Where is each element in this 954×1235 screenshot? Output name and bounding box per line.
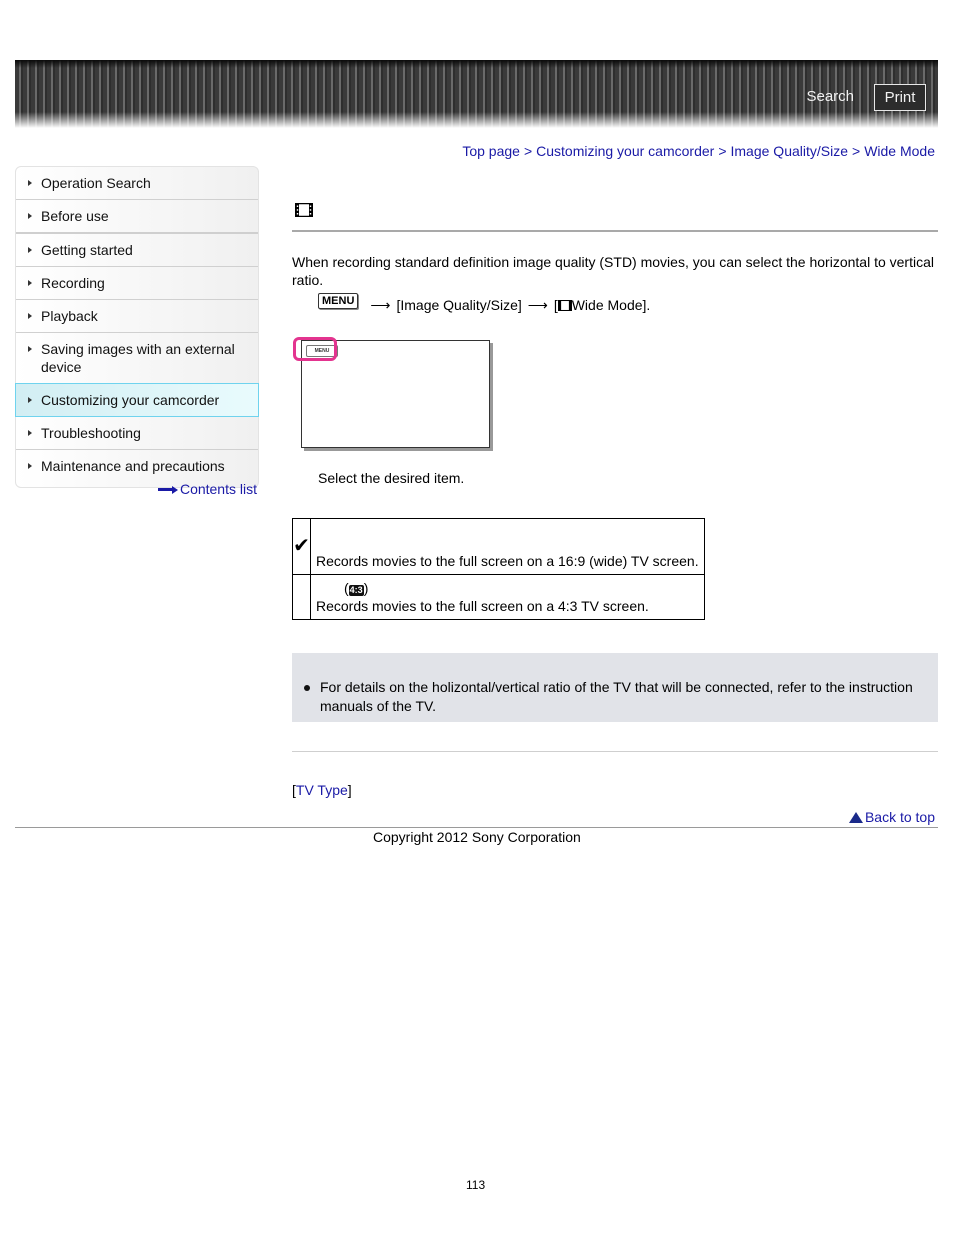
copyright: Copyright 2012 Sony Corporation bbox=[373, 829, 581, 845]
bracket-close: ] bbox=[347, 782, 352, 798]
breadcrumb-wide-mode[interactable]: Wide Mode bbox=[864, 143, 935, 159]
sidebar-item-operation-search[interactable]: Operation Search bbox=[16, 167, 258, 200]
menu-step-image-quality: [Image Quality/Size] bbox=[396, 297, 522, 313]
sidebar-item-recording[interactable]: Recording bbox=[16, 267, 258, 300]
note-box: For details on the holizontal/vertical r… bbox=[292, 653, 938, 722]
option-wide-description: Records movies to the full screen on a 1… bbox=[316, 553, 699, 569]
triangle-right-icon bbox=[28, 247, 32, 253]
breadcrumb-separator: > bbox=[852, 143, 861, 159]
option-name: (4:3) bbox=[316, 579, 699, 597]
arrow-right-icon bbox=[157, 486, 178, 495]
menu-path: MENU ⟶ [Image Quality/Size] ⟶ [ Wide Mod… bbox=[318, 293, 651, 314]
arrow-right-icon: ⟶ bbox=[370, 297, 391, 313]
sidebar-item-playback[interactable]: Playback bbox=[16, 300, 258, 333]
table-row: (4:3) Records movies to the full screen … bbox=[292, 574, 705, 620]
paren-close: ) bbox=[363, 580, 369, 596]
option-description: (4:3) Records movies to the full screen … bbox=[310, 574, 705, 620]
triangle-up-icon bbox=[848, 812, 863, 823]
related-link-tv-type[interactable]: TV Type bbox=[296, 782, 348, 798]
sidebar-item-label: Troubleshooting bbox=[41, 425, 141, 441]
sidebar-item-label: Operation Search bbox=[41, 175, 151, 191]
note-text: For details on the holizontal/vertical r… bbox=[320, 679, 913, 714]
related-topics: [TV Type] bbox=[292, 782, 352, 798]
sidebar-item-label: Saving images with an external device bbox=[41, 341, 235, 375]
sidebar-item-label: Maintenance and precautions bbox=[41, 458, 225, 474]
sidebar-item-saving-images[interactable]: Saving images with an external device bbox=[16, 333, 258, 384]
breadcrumb: Top page > Customizing your camcorder > Imag… bbox=[462, 143, 935, 159]
contents-list-link[interactable]: Contents list bbox=[157, 481, 257, 497]
sidebar-item-before-use[interactable]: Before use bbox=[16, 200, 258, 234]
film-icon bbox=[557, 299, 572, 311]
triangle-right-icon bbox=[28, 180, 32, 186]
breadcrumb-image-quality[interactable]: Image Quality/Size bbox=[731, 143, 849, 159]
arrow-right-icon: ⟶ bbox=[527, 297, 548, 313]
triangle-right-icon bbox=[28, 397, 32, 403]
sidebar-nav: Operation Search Before use Getting star… bbox=[15, 166, 259, 488]
header-bar: Search Print bbox=[15, 60, 938, 128]
back-to-top-link[interactable]: Back to top bbox=[848, 809, 935, 825]
breadcrumb-separator: > bbox=[523, 143, 533, 159]
breadcrumb-customizing[interactable]: Customizing your camcorder bbox=[536, 143, 714, 159]
step-instruction: Select the desired item. bbox=[318, 470, 465, 486]
triangle-right-icon bbox=[28, 346, 32, 352]
sidebar-item-label: Playback bbox=[41, 308, 98, 324]
contents-list-label: Contents list bbox=[179, 481, 257, 497]
sidebar-item-customizing[interactable]: Customizing your camcorder bbox=[15, 383, 259, 417]
search-link[interactable]: Search bbox=[806, 88, 854, 105]
checkmark-icon: ✔ bbox=[293, 535, 310, 557]
bullet-icon bbox=[304, 685, 310, 691]
menu-highlight-frame bbox=[293, 337, 337, 361]
option-description: Records movies to the full screen on a 1… bbox=[310, 518, 705, 575]
triangle-right-icon bbox=[28, 280, 32, 286]
page-number: 113 bbox=[466, 1178, 486, 1192]
menu-button-icon: MENU bbox=[318, 293, 359, 309]
back-to-top-label: Back to top bbox=[864, 809, 935, 825]
check-cell bbox=[292, 574, 311, 620]
sidebar-item-label: Customizing your camcorder bbox=[41, 392, 220, 408]
menu-step-wide-mode: Wide Mode]. bbox=[571, 297, 651, 313]
divider bbox=[292, 751, 938, 752]
triangle-right-icon bbox=[28, 213, 32, 219]
sidebar-item-troubleshooting[interactable]: Troubleshooting bbox=[16, 417, 258, 450]
breadcrumb-separator: > bbox=[718, 143, 727, 159]
default-check-cell: ✔ bbox=[292, 518, 311, 575]
option-4-3-description: Records movies to the full screen on a 4… bbox=[316, 598, 649, 614]
table-row: ✔ Records movies to the full screen on a… bbox=[292, 518, 705, 575]
sidebar-item-getting-started[interactable]: Getting started bbox=[16, 234, 258, 267]
paren-open: ( bbox=[344, 580, 349, 596]
intro-text: When recording standard definition image… bbox=[292, 254, 934, 288]
triangle-right-icon bbox=[28, 463, 32, 469]
aspect-4-3-icon: 4:3 bbox=[348, 585, 364, 596]
film-icon bbox=[295, 203, 313, 217]
page-title bbox=[292, 200, 938, 232]
print-button[interactable]: Print bbox=[874, 84, 926, 111]
triangle-right-icon bbox=[28, 313, 32, 319]
breadcrumb-top-page[interactable]: Top page bbox=[462, 143, 520, 159]
sidebar-item-label: Before use bbox=[41, 208, 109, 224]
sidebar-item-label: Getting started bbox=[41, 242, 133, 258]
options-table: ✔ Records movies to the full screen on a… bbox=[292, 518, 705, 620]
footer-divider bbox=[15, 827, 938, 828]
triangle-right-icon bbox=[28, 430, 32, 436]
sidebar-item-label: Recording bbox=[41, 275, 105, 291]
